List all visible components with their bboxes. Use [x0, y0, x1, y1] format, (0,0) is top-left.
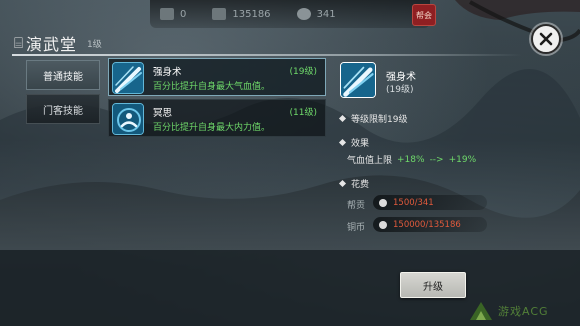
skill-level: (11级) [289, 108, 317, 118]
cost-contribution: 1500/341 [373, 195, 487, 210]
meditation-skill-icon [112, 103, 144, 135]
skill-name: 冥思 [153, 108, 173, 119]
resource-value: 0 [180, 8, 187, 20]
tab-retainer-skills[interactable]: 门客技能 [26, 94, 100, 124]
bullet-icon [338, 179, 347, 188]
cost-heading: 花费 [351, 180, 370, 190]
copper-coin-icon [379, 220, 387, 229]
effect-next: +19% [448, 154, 477, 165]
effect-current: +18% [397, 154, 425, 165]
skill-list: 强身术 (19级) 百分比提升自身最大气血值。 冥思 (11级) 百分比提升自身… [108, 58, 326, 268]
resource-item: 341 [296, 8, 336, 20]
resource-icon [160, 8, 174, 20]
tab-label: 普通技能 [43, 71, 83, 83]
cost-value: 1500/341 [393, 197, 434, 208]
resource-value: 135186 [232, 8, 271, 20]
tab-label: 门客技能 [43, 105, 83, 117]
effect-row: 气血值上限 +18% --> +19% [347, 153, 477, 167]
header-divider [12, 54, 522, 56]
upgrade-button[interactable]: 升级 [400, 272, 466, 298]
skill-description: 百分比提升自身最大气血值。 [153, 82, 271, 92]
resource-value: 341 [316, 8, 336, 20]
skill-category-tabs: 普通技能 门客技能 [26, 60, 100, 128]
skill-item-meditation[interactable]: 冥思 (11级) 百分比提升自身最大内力值。 [108, 99, 326, 137]
hall-level: 1级 [87, 39, 102, 50]
detail-skill-level: (19级) [386, 85, 414, 95]
skill-name: 强身术 [153, 67, 182, 78]
tab-normal-skills[interactable]: 普通技能 [26, 60, 100, 90]
skill-description: 百分比提升自身最大内力值。 [153, 123, 271, 133]
watermark-text: 游戏ACG [498, 305, 549, 318]
close-icon [539, 32, 553, 46]
cost-heading-row: 花费 [338, 177, 370, 190]
upgrade-label: 升级 [423, 281, 443, 293]
coin-icon [212, 8, 227, 20]
cost-label-copper: 铜币 [347, 223, 366, 233]
level-limit-row: 等级限制19级 [338, 112, 408, 125]
strength-skill-icon [340, 62, 376, 98]
effect-heading-row: 效果 [338, 136, 370, 149]
contribution-icon [379, 198, 387, 207]
resource-item: 0 [160, 8, 186, 20]
resource-item: 135186 [212, 8, 271, 20]
cost-label-contribution: 帮贡 [347, 201, 366, 211]
effect-arrow: --> [429, 154, 444, 165]
page-header: ⌸ 演武堂 1级 [14, 32, 534, 54]
page-title: 演武堂 [26, 35, 78, 54]
bullet-icon [338, 138, 347, 147]
effect-label: 气血值上限 [347, 156, 393, 166]
gem-icon [296, 8, 311, 20]
cost-copper: 150000/135186 [373, 217, 487, 232]
guild-badge-label: 帮会 [416, 10, 432, 20]
guild-badge[interactable]: 帮会 [412, 4, 436, 26]
bullet-icon [338, 114, 347, 123]
resource-bar: 0 135186 341 [150, 0, 430, 28]
watermark-logo-icon [470, 302, 492, 320]
skill-item-strength[interactable]: 强身术 (19级) 百分比提升自身最大气血值。 [108, 58, 326, 96]
effect-heading: 效果 [351, 139, 370, 149]
watermark: 游戏ACG [468, 298, 578, 324]
skill-level: (19级) [289, 67, 317, 77]
level-limit: 等级限制19级 [351, 115, 408, 125]
strength-skill-icon [112, 62, 144, 94]
hall-icon: ⌸ [14, 34, 24, 52]
close-button[interactable] [531, 24, 561, 54]
detail-skill-name: 强身术 [386, 72, 416, 83]
cost-value: 150000/135186 [393, 219, 461, 230]
